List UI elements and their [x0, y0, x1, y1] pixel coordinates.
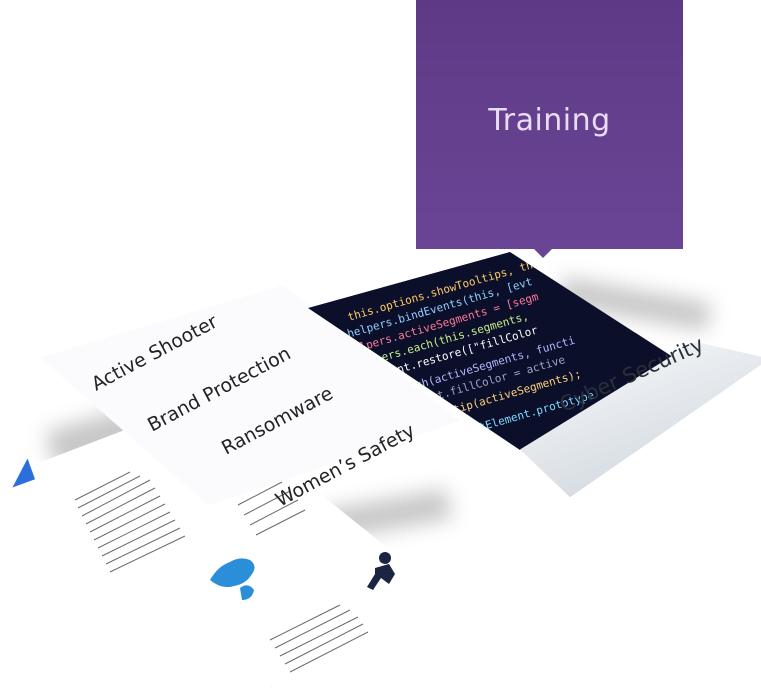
world-map-icon [210, 558, 255, 600]
training-callout: Training [416, 0, 683, 249]
callout-title: Training [488, 103, 611, 138]
callout-pointer [533, 248, 553, 258]
running-person-icon [367, 552, 395, 590]
